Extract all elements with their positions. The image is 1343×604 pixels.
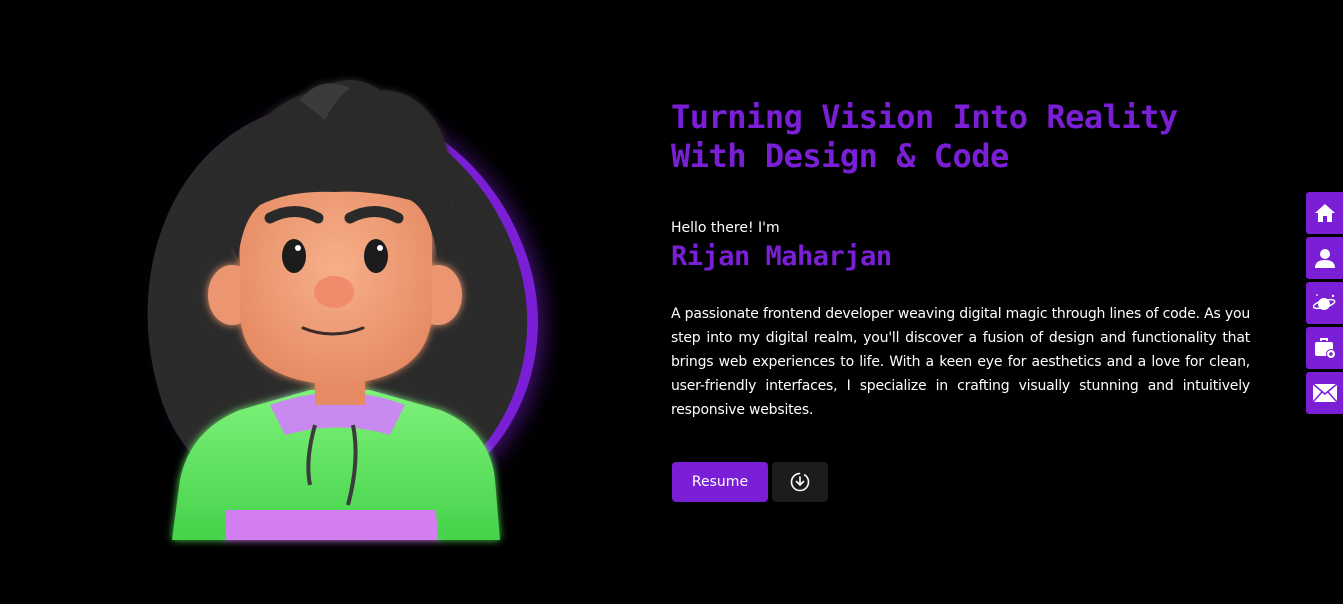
page: Turning Vision Into Reality With Design … [0,0,1343,604]
nav-item-home[interactable] [1306,192,1343,234]
nav-item-skills[interactable] [1306,282,1343,324]
developer-name: Rijan Maharjan [671,241,892,272]
avatar-character [172,80,500,540]
briefcase-icon [1314,338,1336,359]
nav-item-contact[interactable] [1306,372,1343,414]
bio-paragraph: A passionate frontend developer weaving … [671,306,1250,418]
mail-icon [1311,383,1338,403]
nav-item-work[interactable] [1306,327,1343,369]
side-navigation [1306,192,1343,417]
hero-headline: Turning Vision Into Reality With Design … [671,98,1178,175]
greeting-text: Hello there! I'm [671,220,780,236]
download-resume-button[interactable] [772,462,828,502]
home-icon [1314,204,1335,222]
planet-icon [1312,294,1335,310]
user-icon [1314,249,1335,268]
nav-item-about[interactable] [1306,237,1343,279]
download-circle-icon [790,472,810,492]
resume-button[interactable]: Resume [672,462,768,502]
avatar-illustration [87,55,579,565]
